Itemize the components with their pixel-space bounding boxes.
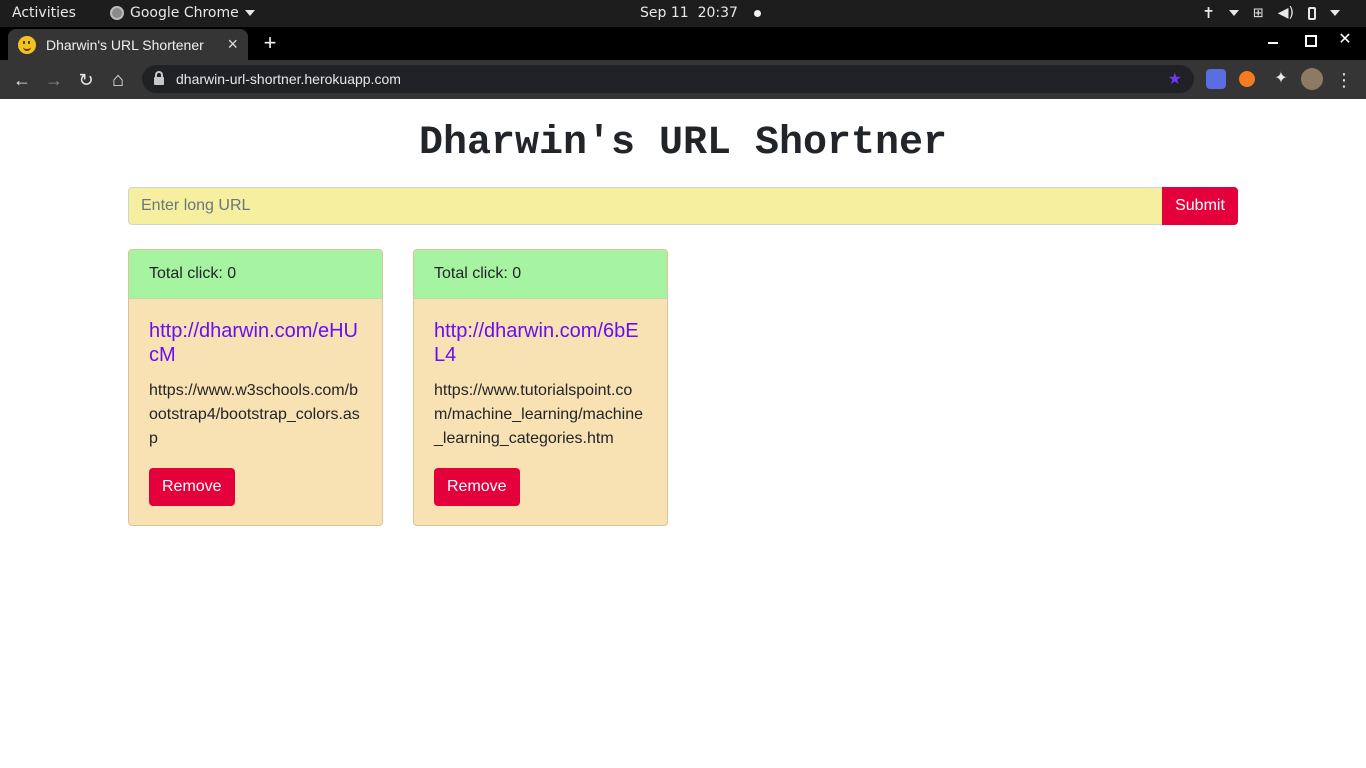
back-button[interactable]: ← xyxy=(10,68,34,92)
tab-title: Dharwin's URL Shortener xyxy=(46,36,204,53)
clock-text: Sep 11 20:37 xyxy=(640,5,738,21)
short-url-link[interactable]: http://dharwin.com/eHUcM xyxy=(149,319,362,367)
app-menu[interactable]: Google Chrome xyxy=(110,5,255,21)
address-bar-url[interactable]: dharwin-url-shortner.herokuapp.com xyxy=(176,71,1168,87)
notification-dot-icon xyxy=(753,9,761,17)
bookmark-star-icon[interactable]: ★ xyxy=(1168,69,1182,89)
accessibility-icon[interactable]: ✝ xyxy=(1202,4,1215,22)
chrome-icon xyxy=(110,6,124,20)
long-url-text: https://www.tutorialspoint.com/machine_l… xyxy=(434,382,643,447)
chevron-down-icon xyxy=(1228,10,1239,16)
home-button[interactable]: ⌂ xyxy=(106,68,130,92)
forward-button[interactable]: → xyxy=(42,68,66,92)
smiley-favicon-icon xyxy=(18,35,36,54)
clock-date: Sep 11 xyxy=(640,5,689,21)
translate-extension-icon[interactable] xyxy=(1206,69,1226,89)
volume-icon[interactable]: ◀) xyxy=(1278,5,1294,21)
maximize-icon[interactable] xyxy=(1302,33,1317,47)
shorten-form: Submit xyxy=(128,187,1238,225)
reload-button[interactable]: ↻ xyxy=(74,68,98,92)
tab-close-icon[interactable]: × xyxy=(227,34,238,55)
chrome-menu-icon[interactable]: ⋮ xyxy=(1332,68,1356,92)
new-tab-button[interactable]: + xyxy=(258,31,282,55)
extension-orange-icon[interactable] xyxy=(1239,71,1255,87)
url-card: Total click: 0 http://dharwin.com/6bEL4 … xyxy=(413,249,668,526)
clock[interactable]: Sep 11 20:37 xyxy=(640,5,761,21)
card-click-count: Total click: 0 xyxy=(129,250,382,299)
url-card: Total click: 0 http://dharwin.com/eHUcM … xyxy=(128,249,383,526)
chevron-down-icon xyxy=(244,10,255,16)
system-tray[interactable]: ✝ ⊞ ◀) xyxy=(1202,4,1340,22)
chevron-down-icon xyxy=(1330,10,1340,16)
app-menu-label: Google Chrome xyxy=(130,5,239,21)
close-window-icon[interactable]: ✕ xyxy=(1338,32,1352,48)
page-title: Dharwin's URL Shortner xyxy=(418,121,948,166)
short-url-link[interactable]: http://dharwin.com/6bEL4 xyxy=(434,319,647,367)
remove-button[interactable]: Remove xyxy=(434,468,520,506)
network-icon[interactable]: ⊞ xyxy=(1253,6,1264,21)
window-controls: ✕ xyxy=(1266,32,1352,48)
submit-button[interactable]: Submit xyxy=(1162,187,1238,225)
system-top-bar: Activities Google Chrome Sep 11 20:37 ✝ … xyxy=(0,0,1366,27)
activities-button[interactable]: Activities xyxy=(12,5,76,21)
browser-toolbar: ← → ↻ ⌂ dharwin-url-shortner.herokuapp.c… xyxy=(0,60,1366,99)
long-url-text: https://www.w3schools.com/bootstrap4/boo… xyxy=(149,382,360,447)
long-url-input[interactable] xyxy=(128,187,1162,225)
browser-tab-strip: Dharwin's URL Shortener × + ✕ xyxy=(0,27,1366,60)
clock-time: 20:37 xyxy=(697,5,738,21)
address-bar[interactable]: dharwin-url-shortner.herokuapp.com ★ xyxy=(142,65,1194,93)
card-click-count: Total click: 0 xyxy=(414,250,667,299)
browser-tab[interactable]: Dharwin's URL Shortener × xyxy=(8,29,248,60)
battery-icon[interactable] xyxy=(1308,6,1316,20)
remove-button[interactable]: Remove xyxy=(149,468,235,506)
card-body: http://dharwin.com/6bEL4 https://www.tut… xyxy=(414,299,667,506)
profile-avatar[interactable] xyxy=(1301,68,1323,90)
web-page: Dharwin's URL Shortner Submit Total clic… xyxy=(0,99,1366,768)
minimize-icon[interactable] xyxy=(1266,33,1280,47)
lock-icon[interactable] xyxy=(154,71,164,85)
extensions-puzzle-icon[interactable]: ✦ xyxy=(1271,69,1291,89)
card-body: http://dharwin.com/eHUcM https://www.w3s… xyxy=(129,299,382,506)
